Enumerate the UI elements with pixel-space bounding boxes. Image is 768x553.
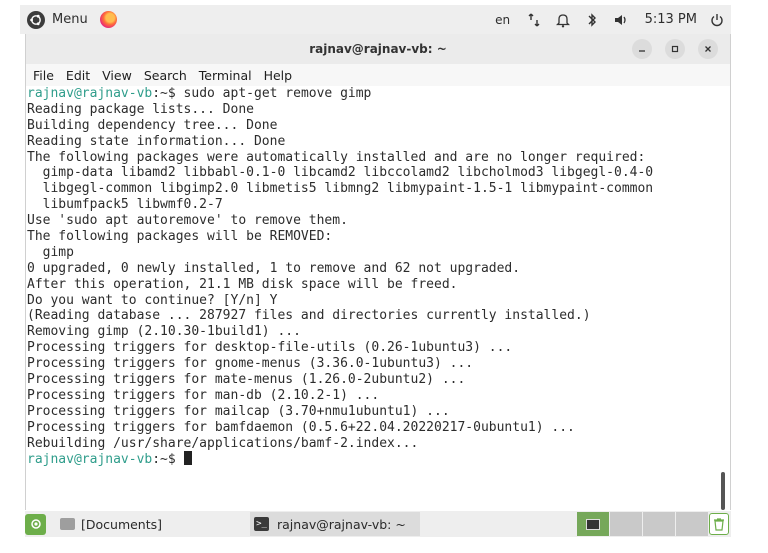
close-button[interactable] — [698, 39, 718, 59]
output-text: gimp-data libamd2 libbabl-0.1-0 libcamd2… — [27, 165, 654, 181]
menu-edit[interactable]: Edit — [61, 68, 95, 83]
system-tray: en 5:13 PM — [491, 5, 731, 34]
output-text: Rebuilding /usr/share/applications/bamf-… — [27, 435, 419, 451]
power-icon[interactable] — [707, 10, 727, 30]
prompt-path: :~$ — [152, 86, 184, 101]
main-menu-button[interactable]: Menu — [20, 5, 94, 34]
output-text: Processing triggers for man-db (2.10.2-1… — [27, 387, 380, 403]
output-text: Processing triggers for bamfdaemon (0.5.… — [27, 419, 575, 435]
output-text: After this operation, 21.1 MB disk space… — [27, 276, 458, 292]
menu-file[interactable]: File — [28, 68, 59, 83]
ubuntu-logo-icon — [27, 10, 45, 29]
terminal-line: Reading state information... Done — [27, 134, 653, 150]
output-text: libgegl-common libgimp2.0 libmetis5 libm… — [27, 181, 654, 197]
terminal-line: The following packages were automaticall… — [27, 150, 653, 166]
terminal-line: Processing triggers for mate-menus (1.26… — [27, 372, 653, 388]
output-text: (Reading database ... 287927 files and d… — [27, 308, 591, 324]
output-text: Removing gimp (2.10.30-1build1) ... — [27, 324, 301, 340]
terminal-line: (Reading database ... 287927 files and d… — [27, 308, 653, 324]
show-desktop-button[interactable] — [25, 513, 46, 535]
minimize-button[interactable] — [632, 39, 652, 59]
network-icon[interactable] — [524, 10, 544, 30]
output-text: Building dependency tree... Done — [27, 117, 278, 133]
bottom-panel: [Documents] >_ rajnav@rajnav-vb: ~ — [25, 511, 731, 537]
terminal-text: rajnav@rajnav-vb:~$ sudo apt-get remove … — [27, 86, 653, 467]
window-title: rajnav@rajnav-vb: ~ — [309, 42, 447, 56]
terminal-icon: >_ — [254, 517, 269, 531]
output-text: Reading package lists... Done — [27, 101, 254, 117]
menu-view[interactable]: View — [97, 68, 137, 83]
terminal-line: Do you want to continue? [Y/n] Y — [27, 293, 653, 309]
output-text: Processing triggers for gnome-menus (3.3… — [27, 356, 474, 372]
workspace-3[interactable] — [642, 512, 675, 536]
workspace-1[interactable] — [576, 512, 609, 536]
terminal-line: Building dependency tree... Done — [27, 118, 653, 134]
menu-terminal[interactable]: Terminal — [194, 68, 257, 83]
firefox-icon[interactable] — [99, 11, 117, 28]
terminal-line: After this operation, 21.1 MB disk space… — [27, 277, 653, 293]
terminal-line: gimp-data libamd2 libbabl-0.1-0 libcamd2… — [27, 165, 654, 181]
output-text: gimp — [27, 244, 74, 260]
terminal-line: Processing triggers for man-db (2.10.2-1… — [27, 388, 653, 404]
prompt-path: :~$ — [152, 452, 184, 468]
terminal-line: Processing triggers for bamfdaemon (0.5.… — [27, 420, 653, 436]
terminal-window: rajnav@rajnav-vb: ~ File Edit View Searc… — [25, 34, 731, 510]
workspace-2[interactable] — [609, 512, 642, 536]
terminal-line: Processing triggers for mailcap (3.70+nm… — [27, 404, 653, 420]
taskbar-item-documents[interactable]: [Documents] — [60, 512, 210, 536]
command-text: sudo apt-get remove gimp — [183, 86, 372, 101]
scrollbar[interactable] — [721, 86, 727, 510]
bluetooth-icon[interactable] — [582, 10, 602, 30]
terminal-output[interactable]: rajnav@rajnav-vb:~$ sudo apt-get remove … — [26, 86, 720, 510]
volume-icon[interactable] — [611, 10, 631, 30]
trash-icon[interactable] — [709, 513, 729, 535]
clock[interactable]: 5:13 PM — [645, 12, 697, 27]
output-text: Reading state information... Done — [27, 133, 286, 149]
maximize-button[interactable] — [665, 39, 685, 59]
output-text: Do you want to continue? [Y/n] Y — [27, 292, 278, 308]
taskbar-item-terminal[interactable]: >_ rajnav@rajnav-vb: ~ — [250, 512, 420, 536]
terminal-line: libumfpack5 libwmf0.2-7 — [27, 197, 653, 213]
terminal-line: Reading package lists... Done — [27, 102, 653, 118]
terminal-line: Use 'sudo apt autoremove' to remove them… — [27, 213, 653, 229]
terminal-line: rajnav@rajnav-vb:~$ sudo apt-get remove … — [27, 86, 653, 102]
output-text: Use 'sudo apt autoremove' to remove them… — [27, 213, 348, 229]
output-text: The following packages will be REMOVED: — [27, 229, 333, 245]
prompt-user: rajnav@rajnav-vb — [27, 452, 153, 468]
prompt-user: rajnav@rajnav-vb — [27, 86, 153, 101]
menu-search[interactable]: Search — [139, 68, 192, 83]
terminal-line: Removing gimp (2.10.30-1build1) ... — [27, 324, 653, 340]
keyboard-layout[interactable]: en — [491, 13, 515, 27]
output-text: libumfpack5 libwmf0.2-7 — [27, 197, 223, 213]
taskbar-item-label: [Documents] — [81, 516, 163, 532]
terminal-line: Rebuilding /usr/share/applications/bamf-… — [27, 436, 653, 452]
menu-label: Menu — [52, 12, 88, 27]
terminal-line: Processing triggers for desktop-file-uti… — [27, 340, 653, 356]
folder-icon — [60, 518, 75, 530]
terminal-line: rajnav@rajnav-vb:~$ — [27, 451, 653, 467]
terminal-line: libgegl-common libgimp2.0 libmetis5 libm… — [27, 181, 654, 197]
menu-help[interactable]: Help — [259, 68, 298, 83]
workspace-4[interactable] — [675, 512, 708, 536]
menu-bar: File Edit View Search Terminal Help — [26, 64, 730, 86]
taskbar-item-label: rajnav@rajnav-vb: ~ — [277, 516, 406, 532]
notifications-icon[interactable] — [553, 10, 573, 30]
terminal-line: Processing triggers for gnome-menus (3.3… — [27, 356, 653, 372]
terminal-line: The following packages will be REMOVED: — [27, 229, 653, 245]
terminal-line: gimp — [27, 245, 653, 261]
scrollbar-thumb[interactable] — [721, 472, 725, 510]
text-cursor — [183, 451, 192, 466]
output-text: Processing triggers for mailcap (3.70+nm… — [27, 403, 450, 419]
output-text: The following packages were automaticall… — [27, 149, 646, 165]
terminal-line: 0 upgraded, 0 newly installed, 1 to remo… — [27, 261, 653, 277]
workspace-switcher — [576, 512, 708, 536]
output-text: Processing triggers for mate-menus (1.26… — [27, 372, 466, 388]
window-titlebar[interactable]: rajnav@rajnav-vb: ~ — [26, 34, 730, 64]
top-panel: Menu en 5:13 PM — [20, 5, 731, 34]
output-text: Processing triggers for desktop-file-uti… — [27, 340, 513, 356]
output-text: 0 upgraded, 0 newly installed, 1 to remo… — [27, 260, 521, 276]
